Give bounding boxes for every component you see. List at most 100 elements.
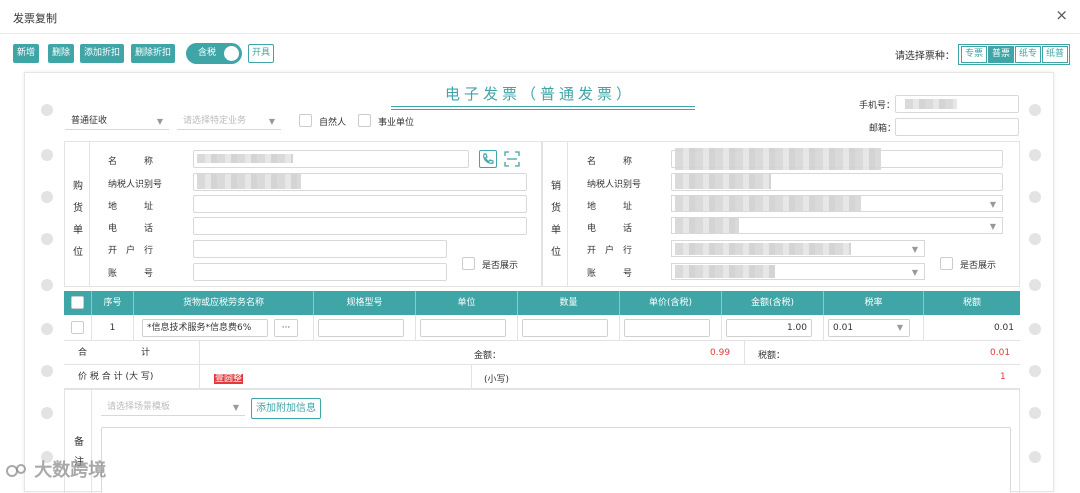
- seller-taxid-label: 纳税人识别号: [587, 180, 642, 190]
- business-select[interactable]: 请选择特定业务 ▼: [177, 113, 281, 130]
- amount-input[interactable]: 1.00: [726, 319, 812, 337]
- buyer-side-char: 货: [73, 203, 83, 214]
- type-option-special[interactable]: 专票: [960, 46, 987, 63]
- select-all-checkbox[interactable]: [71, 296, 84, 309]
- punch-hole: [1029, 149, 1041, 161]
- seller-account-label: 账 号: [587, 269, 633, 279]
- redacted-seller-address: [675, 196, 861, 211]
- delete-discount-button[interactable]: 删除折扣: [131, 44, 176, 63]
- invoice-paper: 电子发票（普通发票） 普通征收 ▼ 请选择特定业务 ▼ 自然人 事业单位 手机号…: [24, 72, 1054, 493]
- buyer-side-column: [64, 141, 90, 287]
- remark-side-char: 备: [74, 437, 84, 448]
- buyer-address-label: 地 址: [108, 202, 154, 212]
- chevron-down-icon: ▼: [896, 323, 903, 332]
- invoice-type-selector: 请选择票种： 专票 普票 纸专 纸普: [895, 44, 1070, 65]
- remark-textarea[interactable]: [101, 427, 1011, 493]
- buyer-address-input[interactable]: [193, 195, 527, 213]
- chevron-down-icon: ▼: [232, 403, 239, 412]
- invoice-type-label: 请选择票种：: [894, 51, 955, 62]
- tax-mode-select[interactable]: 普通征收 ▼: [65, 113, 169, 130]
- scene-template-select[interactable]: 请选择场景模板 ▼: [101, 399, 245, 416]
- type-option-paper-normal[interactable]: 纸普: [1041, 46, 1068, 63]
- punch-hole: [1029, 104, 1041, 116]
- punch-hole: [1029, 279, 1041, 291]
- item-name-input[interactable]: *信息技术服务*信息费6%: [142, 319, 268, 337]
- col-price: 单价(含税): [620, 291, 722, 315]
- buyer-side-char: 单: [73, 225, 83, 236]
- col-rate: 税率: [824, 291, 924, 315]
- delete-button[interactable]: 删除: [48, 44, 75, 63]
- public-unit-checkbox[interactable]: [358, 114, 371, 127]
- buyer-phone-label: 电 话: [108, 224, 154, 234]
- redacted-phone: [905, 99, 957, 109]
- buyer-bank-input[interactable]: [193, 240, 447, 258]
- col-index: 序号: [92, 291, 134, 315]
- redacted-seller-name: [675, 148, 881, 170]
- seller-side-char: 销: [551, 181, 561, 192]
- dialog-title: 发票复制: [13, 12, 57, 25]
- natural-person-checkbox[interactable]: [299, 114, 312, 127]
- redacted-seller-taxid: [675, 174, 771, 189]
- close-icon[interactable]: ×: [1055, 6, 1068, 24]
- chevron-down-icon: ▼: [911, 245, 918, 254]
- watermark-icon: [6, 464, 26, 477]
- chevron-down-icon: ▼: [156, 117, 163, 126]
- items-table-header: 序号 货物或应税劳务名称 规格型号 单位 数量 单价(含税) 金额(含税) 税率…: [64, 291, 1020, 315]
- seller-side-column: [542, 141, 568, 287]
- total-amount-value: 0.99: [710, 348, 731, 358]
- phone-label: 手机号：: [859, 101, 896, 111]
- chevron-down-icon: ▼: [989, 200, 996, 209]
- public-unit-label: 事业单位: [378, 118, 415, 128]
- email-input[interactable]: [895, 118, 1019, 136]
- table-row: 1 *信息技术服务*信息费6% ··· 1.00 0.01 ▼ 0.01: [64, 315, 1020, 341]
- business-placeholder: 请选择特定业务: [183, 116, 247, 126]
- type-option-paper-special[interactable]: 纸专: [1014, 46, 1041, 63]
- seller-show-checkbox[interactable]: [940, 257, 953, 270]
- quantity-input[interactable]: [522, 319, 608, 337]
- seller-bank-label: 开 户 行: [587, 246, 633, 256]
- price-input[interactable]: [624, 319, 710, 337]
- unit-input[interactable]: [420, 319, 506, 337]
- buyer-show-checkbox[interactable]: [462, 257, 475, 270]
- add-discount-button[interactable]: 添加折扣: [80, 44, 125, 63]
- natural-person-label: 自然人: [319, 118, 347, 128]
- tax-included-toggle[interactable]: 含税: [186, 43, 242, 64]
- row-checkbox[interactable]: [71, 321, 84, 334]
- title-underline: [391, 106, 695, 107]
- scan-icon[interactable]: [503, 150, 523, 168]
- punch-hole: [41, 279, 53, 291]
- type-option-normal[interactable]: 普票: [987, 46, 1014, 63]
- punch-hole: [41, 407, 53, 419]
- totals-row: 合 计 金额： 0.99 税额： 0.01: [64, 341, 1020, 365]
- toolbar: 新增 删除 添加折扣 删除折扣 含税 开具 请选择票种： 专票 普票 纸专 纸普: [0, 40, 1080, 68]
- buyer-show-label: 是否展示: [482, 261, 519, 271]
- buyer-name-label: 名 称: [108, 157, 154, 167]
- grand-total-lower-value: 1: [1000, 372, 1006, 382]
- add-extra-info-button[interactable]: 添加附加信息: [251, 398, 321, 419]
- buyer-account-input[interactable]: [193, 263, 447, 281]
- redacted-seller-phone: [675, 218, 739, 233]
- spec-input[interactable]: [318, 319, 404, 337]
- punch-hole: [41, 191, 53, 203]
- grand-total-row: 价 税 合 计 (大 写) 壹圆整 (小写) 1: [64, 365, 1020, 389]
- punch-hole: [41, 104, 53, 116]
- total-tax-value: 0.01: [990, 348, 1011, 358]
- issue-button[interactable]: 开具: [248, 44, 275, 63]
- punch-hole: [1029, 451, 1041, 463]
- seller-side-char: 货: [551, 203, 561, 214]
- add-button[interactable]: 新增: [13, 44, 40, 63]
- row-index: 1: [92, 315, 134, 341]
- seller-name-label: 名 称: [587, 157, 633, 167]
- total-tax-label: 税额：: [758, 351, 786, 361]
- buyer-taxid-label: 纳税人识别号: [108, 180, 163, 190]
- grand-total-label: 价 税 合 计 (大 写): [64, 365, 200, 389]
- scene-template-placeholder: 请选择场景模板: [107, 402, 171, 412]
- seller-address-label: 地 址: [587, 202, 633, 212]
- row-tax-value: 0.01: [993, 323, 1014, 333]
- tax-rate-select[interactable]: 0.01 ▼: [828, 319, 910, 337]
- chevron-down-icon: ▼: [989, 222, 996, 231]
- more-options-button[interactable]: ···: [274, 319, 298, 337]
- phone-call-icon[interactable]: [479, 150, 497, 168]
- buyer-phone-input[interactable]: [193, 217, 527, 235]
- tax-rate-value: 0.01: [833, 323, 854, 333]
